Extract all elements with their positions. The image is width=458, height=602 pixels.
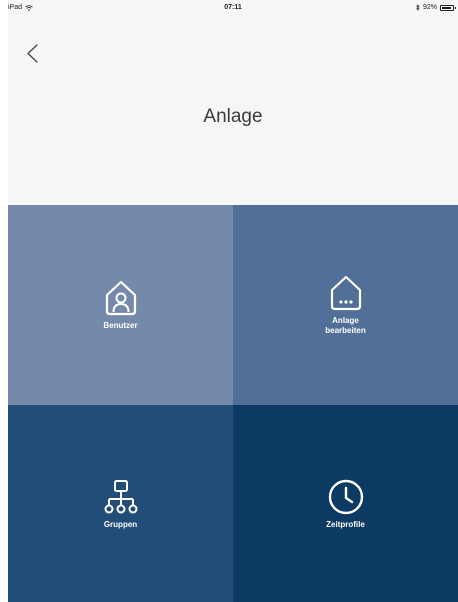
tile-edit-icon-wrap <box>327 274 365 312</box>
status-time: 07:11 <box>224 4 242 11</box>
clock-icon <box>328 479 363 514</box>
tile-groups-label: Gruppen <box>103 519 138 529</box>
tile-users[interactable]: Benutzer <box>8 205 233 405</box>
status-right: 92% <box>416 4 456 11</box>
tile-users-icon-wrap <box>102 279 140 317</box>
tile-time-profiles[interactable]: Zeitprofile <box>233 405 458 602</box>
tile-edit-label: Anlage bearbeiten <box>325 316 366 335</box>
battery-icon <box>440 4 456 11</box>
house-dots-icon <box>330 275 361 311</box>
bluetooth-icon <box>416 4 420 11</box>
tile-schedules-label: Zeitprofile <box>326 519 365 529</box>
tile-edit-system[interactable]: Anlage bearbeiten <box>233 205 458 405</box>
battery-fill <box>442 6 452 9</box>
hierarchy-icon <box>104 479 137 513</box>
tile-groups[interactable]: Gruppen <box>8 405 233 602</box>
tile-groups-icon-wrap <box>102 478 140 516</box>
app-screen: iPad 07:11 92% Anlage Benutzer Anlage be… <box>8 0 458 602</box>
tile-users-label: Benutzer <box>103 321 138 330</box>
battery-percent: 92% <box>422 4 437 11</box>
chevron-left-icon <box>27 44 38 63</box>
status-bar: iPad 07:11 92% <box>8 0 458 16</box>
page-title: Anlage <box>203 105 263 127</box>
back-button[interactable] <box>22 40 44 66</box>
user-house-icon <box>105 280 136 316</box>
tile-schedules-icon-wrap <box>327 478 365 516</box>
